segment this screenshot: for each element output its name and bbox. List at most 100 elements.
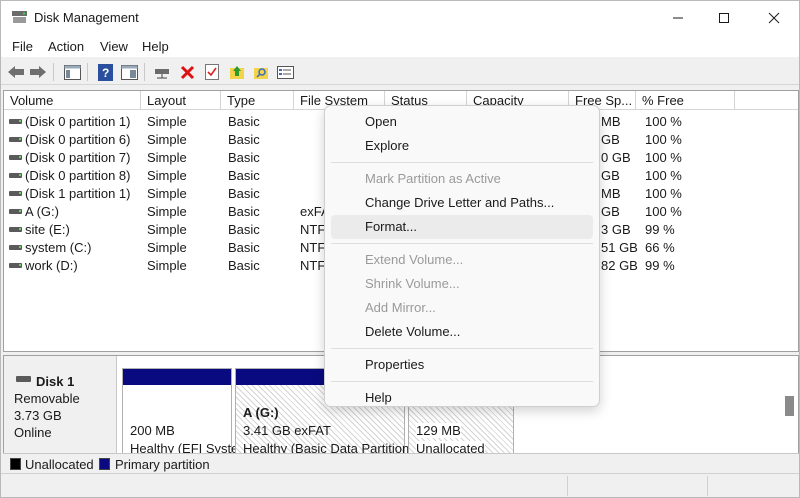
disk-state: Online [14, 425, 52, 440]
context-menu-item-add-mirror[interactable]: Add Mirror... [331, 296, 593, 320]
disk-pane-scrollbar[interactable] [785, 396, 794, 416]
menu-file[interactable]: File [12, 39, 33, 54]
context-menu-item-open[interactable]: Open [331, 110, 593, 134]
context-menu-item-properties[interactable]: Properties [331, 353, 593, 377]
cell-free-space: MB [601, 114, 621, 129]
forward-button[interactable] [28, 62, 48, 82]
legend-swatch-primary [99, 458, 110, 470]
delete-button[interactable] [177, 62, 197, 82]
cell-free-space: GB [601, 204, 620, 219]
disk-name: Disk 1 [36, 374, 75, 389]
partition-size: 3.41 GB exFAT [243, 423, 331, 438]
menu-view[interactable]: View [100, 39, 128, 54]
connect-drive-icon [155, 69, 169, 79]
list-view-icon [276, 65, 294, 79]
toolbar-separator [87, 63, 88, 81]
context-menu-item-label: Properties [365, 357, 425, 372]
show-hide-console-tree-button[interactable] [62, 62, 82, 82]
cell-volume: A (G:) [25, 204, 59, 219]
volume-drive-icon [9, 209, 22, 214]
properties-pane-button[interactable] [119, 62, 139, 82]
list-view-button[interactable] [275, 62, 295, 82]
cell-percent-free: 99 % [645, 258, 675, 273]
context-menu-item-explore[interactable]: Explore [331, 134, 593, 158]
cell-type: Basic [228, 150, 260, 165]
context-menu-separator [331, 381, 593, 382]
cell-free-space: GB [601, 132, 620, 147]
context-menu-item-label: Explore [365, 138, 410, 153]
back-button[interactable] [6, 62, 26, 82]
menu-bar: File Action View Help [1, 35, 799, 57]
up-folder-button[interactable] [227, 62, 247, 82]
cell-type: Basic [228, 258, 260, 273]
partition-title: A (G:) [243, 405, 279, 420]
context-menu-item-label: Mark Partition as Active [365, 171, 501, 186]
cell-percent-free: 100 % [645, 204, 682, 219]
context-menu-item-label: Delete Volume... [365, 324, 461, 339]
cell-volume: (Disk 0 partition 1) [25, 114, 131, 129]
context-menu-item-label: Open [365, 114, 397, 129]
partition-size: 200 MB [130, 423, 175, 438]
cell-type: Basic [228, 204, 260, 219]
volume-drive-icon [9, 191, 22, 196]
legend-swatch-unallocated [10, 458, 21, 470]
partition-efi[interactable]: 200 MB Healthy (EFI Syste [122, 368, 238, 456]
context-menu-item-label: Change Drive Letter and Paths... [365, 195, 555, 210]
volume-drive-icon [9, 155, 22, 160]
cell-percent-free: 100 % [645, 168, 682, 183]
cell-free-space: GB [601, 168, 620, 183]
check-button[interactable] [202, 62, 222, 82]
cell-percent-free: 100 % [645, 132, 682, 147]
connect-drive-button[interactable] [152, 62, 172, 82]
context-menu-item-mark-partition-as-active[interactable]: Mark Partition as Active [331, 167, 593, 191]
column-header-percent-free[interactable]: % Free [636, 91, 735, 110]
context-menu-item-help[interactable]: Help [331, 386, 593, 410]
cell-type: Basic [228, 168, 260, 183]
cell-volume: (Disk 0 partition 8) [25, 168, 131, 183]
cell-layout: Simple [147, 168, 187, 183]
cell-type: Basic [228, 186, 260, 201]
maximize-button[interactable] [701, 1, 747, 35]
column-header-volume[interactable]: Volume [4, 91, 141, 110]
help-button[interactable]: ? [95, 62, 115, 82]
context-menu-separator [331, 348, 593, 349]
context-menu-item-change-drive-letter-and-paths[interactable]: Change Drive Letter and Paths... [331, 191, 593, 215]
cell-file-system: NTF [300, 258, 326, 273]
minimize-icon [673, 17, 683, 19]
context-menu-separator [331, 243, 593, 244]
volume-context-menu: Open Explore Mark Partition as Active Chang… [324, 105, 600, 407]
cell-volume: work (D:) [25, 258, 78, 273]
context-menu-item-delete-volume[interactable]: Delete Volume... [331, 320, 593, 344]
up-folder-icon [230, 66, 244, 79]
partition-type-bar [123, 369, 231, 385]
title-bar: Disk Management [1, 1, 799, 35]
cell-percent-free: 66 % [645, 240, 675, 255]
minimize-button[interactable] [655, 1, 701, 35]
maximize-icon [719, 13, 729, 23]
context-menu-item-format[interactable]: Format... [331, 215, 593, 239]
search-folder-button[interactable] [251, 62, 271, 82]
cell-free-space: 51 GB [601, 240, 638, 255]
cell-volume: (Disk 1 partition 1) [25, 186, 131, 201]
disk-kind: Removable [14, 391, 80, 406]
context-menu-item-label: Shrink Volume... [365, 276, 460, 291]
column-header-type[interactable]: Type [221, 91, 294, 110]
cell-percent-free: 100 % [645, 114, 682, 129]
cell-volume: (Disk 0 partition 7) [25, 150, 131, 165]
cell-free-space: 82 GB [601, 258, 638, 273]
column-header-layout[interactable]: Layout [141, 91, 221, 110]
toolbar: ? [1, 59, 799, 85]
delete-icon [180, 65, 194, 79]
cell-type: Basic [228, 222, 260, 237]
context-menu-item-label: Help [365, 390, 392, 405]
context-menu-item-shrink-volume[interactable]: Shrink Volume... [331, 272, 593, 296]
close-button[interactable] [751, 1, 797, 35]
disk-icon [16, 376, 31, 382]
search-folder-icon [254, 68, 268, 79]
context-menu-item-extend-volume[interactable]: Extend Volume... [331, 248, 593, 272]
cell-layout: Simple [147, 240, 187, 255]
menu-help[interactable]: Help [142, 39, 169, 54]
cell-percent-free: 99 % [645, 222, 675, 237]
menu-action[interactable]: Action [48, 39, 84, 54]
properties-pane-icon [120, 64, 138, 80]
